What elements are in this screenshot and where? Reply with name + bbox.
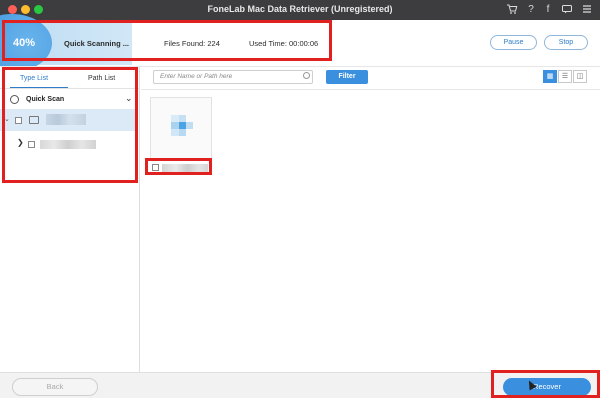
progress-percent: 40% <box>13 37 36 49</box>
folder-checkbox[interactable] <box>28 141 35 148</box>
search-placeholder: Enter Name or Path here <box>160 73 233 80</box>
file-name-redacted <box>162 164 208 172</box>
stop-button[interactable]: Stop <box>544 35 588 50</box>
back-button[interactable]: Back <box>12 378 98 396</box>
drive-checkbox[interactable] <box>15 117 22 124</box>
content-divider <box>141 89 600 90</box>
detail-view-icon[interactable]: ◫ <box>573 70 587 83</box>
facebook-icon[interactable]: f <box>541 3 555 17</box>
drive-name-redacted <box>46 114 86 125</box>
cart-icon[interactable] <box>505 3 519 17</box>
list-view-icon[interactable]: ☰ <box>558 70 572 83</box>
filter-button[interactable]: Filter <box>326 70 368 84</box>
file-thumbnail[interactable] <box>150 97 212 159</box>
drive-icon <box>29 116 39 124</box>
grid-view-icon[interactable]: ▦ <box>543 70 557 83</box>
expand-arrow-icon[interactable]: ❯ <box>17 138 24 147</box>
help-icon[interactable]: ? <box>524 3 538 17</box>
scan-status: Quick Scanning ... <box>64 39 130 48</box>
tab-path-list[interactable]: Path List <box>88 75 115 89</box>
chevron-down-icon[interactable]: ⌄ <box>125 93 133 104</box>
chat-icon[interactable] <box>560 3 574 17</box>
quick-scan-label[interactable]: Quick Scan <box>26 96 64 103</box>
chevron-right-icon[interactable]: ⌄ <box>4 115 10 123</box>
file-checkbox[interactable] <box>152 164 159 171</box>
pause-button[interactable]: Pause <box>490 35 537 50</box>
menu-icon[interactable] <box>580 3 594 17</box>
tab-divider <box>0 88 140 89</box>
files-found: Files Found: 224 <box>164 39 220 48</box>
search-icon[interactable] <box>303 72 310 79</box>
recover-button[interactable]: Recover <box>503 378 591 396</box>
quick-scan-icon <box>10 95 19 104</box>
folder-name-redacted <box>40 140 96 149</box>
used-time: Used Time: 00:00:06 <box>249 39 319 48</box>
